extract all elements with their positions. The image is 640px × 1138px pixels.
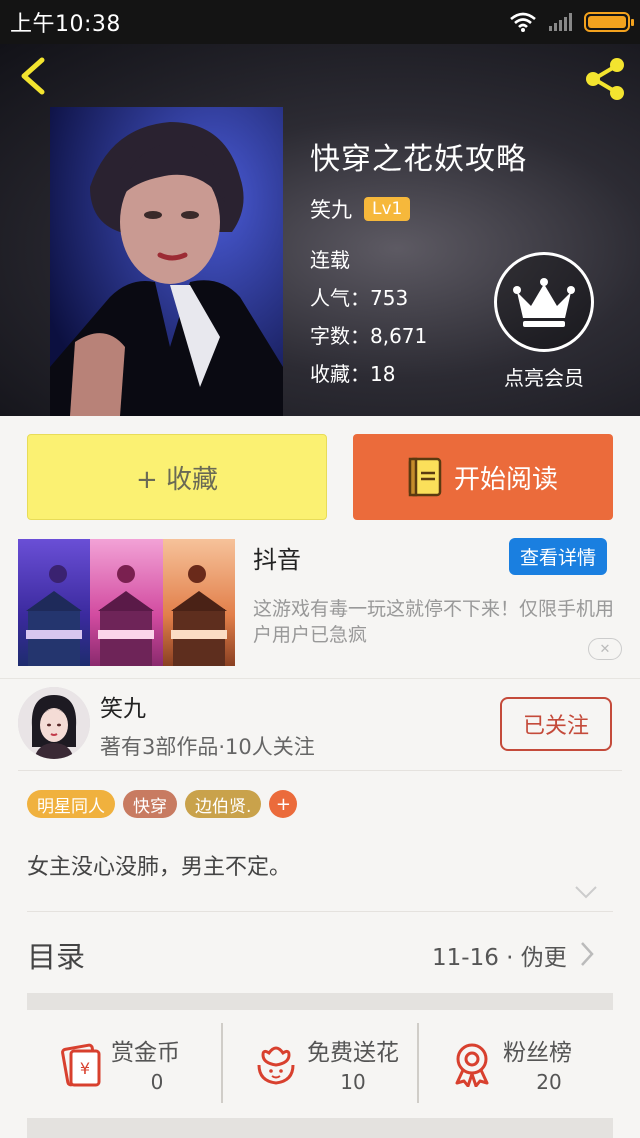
status-time: 上午10:38: [10, 12, 121, 37]
level-badge: Lv1: [364, 197, 411, 221]
back-arrow-icon[interactable]: [14, 56, 54, 96]
author-row-meta: 著有3部作品·10人关注: [100, 735, 315, 759]
word-count-stat: 字数：8,671: [310, 324, 428, 348]
signal-icon: [549, 13, 572, 31]
svg-text:¥: ¥: [80, 1059, 90, 1078]
chevron-down-icon[interactable]: [574, 884, 598, 900]
send-flower-value: 10: [340, 1070, 366, 1094]
book-header: 快穿之花妖攻略 笑九 Lv1 连载 人气：753 字数：8,671 收藏：18 …: [0, 44, 640, 416]
vip-crown-button[interactable]: [494, 252, 594, 352]
author-avatar[interactable]: [18, 687, 90, 759]
wifi-icon: [510, 12, 536, 32]
flower-icon: [257, 1046, 295, 1085]
author-name[interactable]: 笑九: [310, 194, 352, 224]
fan-rank-item[interactable]: 粉丝榜 20: [417, 1023, 613, 1103]
book-cover[interactable]: [50, 107, 283, 416]
vip-label[interactable]: 点亮会员: [496, 362, 592, 391]
medal-icon: [455, 1043, 489, 1087]
author-line: 笑九 Lv1: [310, 194, 411, 224]
collect-button[interactable]: + 收藏: [27, 434, 327, 520]
red-envelope-icon: ¥: [61, 1043, 101, 1087]
book-title: 快穿之花妖攻略: [310, 142, 527, 177]
cover-portrait-image: [50, 107, 283, 416]
send-flower-label: 免费送花: [307, 1040, 399, 1066]
follow-button[interactable]: 已关注: [500, 697, 612, 751]
ad-panel-graphic: [26, 565, 82, 666]
start-reading-label: 开始阅读: [453, 464, 558, 495]
catalog-update[interactable]: 11-16 · 伪更: [432, 938, 567, 972]
divider: [18, 770, 622, 771]
book-status: 连载: [310, 248, 350, 272]
popularity-stat: 人气：753: [310, 286, 409, 310]
tag-list: 明星同人 快穿 边伯贤. +: [27, 790, 298, 818]
tag[interactable]: 边伯贤.: [185, 790, 262, 818]
section-separator: [27, 1118, 613, 1138]
tag[interactable]: 快穿: [123, 790, 177, 818]
fan-rank-value: 20: [536, 1070, 562, 1094]
ad-close-icon[interactable]: ✕: [588, 638, 622, 660]
divider: [27, 911, 613, 912]
status-bar: 上午10:38: [0, 0, 640, 44]
book-icon: [408, 457, 442, 497]
fan-rank-label: 粉丝榜: [503, 1040, 572, 1066]
reward-coin-item[interactable]: ¥ 赏金币 0: [27, 1023, 221, 1103]
ad-detail-button[interactable]: 查看详情: [509, 538, 607, 575]
reward-coin-value: 0: [150, 1070, 164, 1094]
collect-button-label: + 收藏: [135, 464, 219, 495]
ad-panel-graphic: [98, 565, 155, 666]
author-row: 笑九 著有3部作品·10人关注 已关注: [0, 678, 640, 770]
chevron-right-icon[interactable]: [580, 941, 594, 967]
ad-image[interactable]: [18, 539, 235, 666]
section-separator: [27, 993, 613, 1010]
avatar-image: [18, 687, 90, 759]
battery-icon: [584, 12, 634, 32]
favorites-stat: 收藏：18: [310, 362, 396, 386]
reward-coin-label: 赏金币: [111, 1040, 180, 1066]
ad-panel-graphic: [170, 565, 227, 666]
bottom-stats: ¥ 赏金币 0 免费送花 10 粉丝榜 20: [27, 1023, 613, 1103]
share-icon[interactable]: [580, 54, 630, 104]
crown-icon: [513, 278, 575, 327]
send-flower-item[interactable]: 免费送花 10: [221, 1023, 417, 1103]
author-row-name[interactable]: 笑九: [100, 689, 146, 723]
ad-title[interactable]: 抖音: [253, 540, 301, 575]
ad-description[interactable]: 这游戏有毒一玩这就停不下来！仅限手机用户用户已急疯: [253, 596, 625, 648]
synopsis: 女主没心没肺，男主不定。: [27, 855, 292, 880]
start-reading-button[interactable]: 开始阅读: [353, 434, 613, 520]
tag[interactable]: 明星同人: [27, 790, 115, 818]
catalog-label[interactable]: 目录: [27, 934, 85, 976]
add-tag-button[interactable]: +: [269, 790, 298, 818]
